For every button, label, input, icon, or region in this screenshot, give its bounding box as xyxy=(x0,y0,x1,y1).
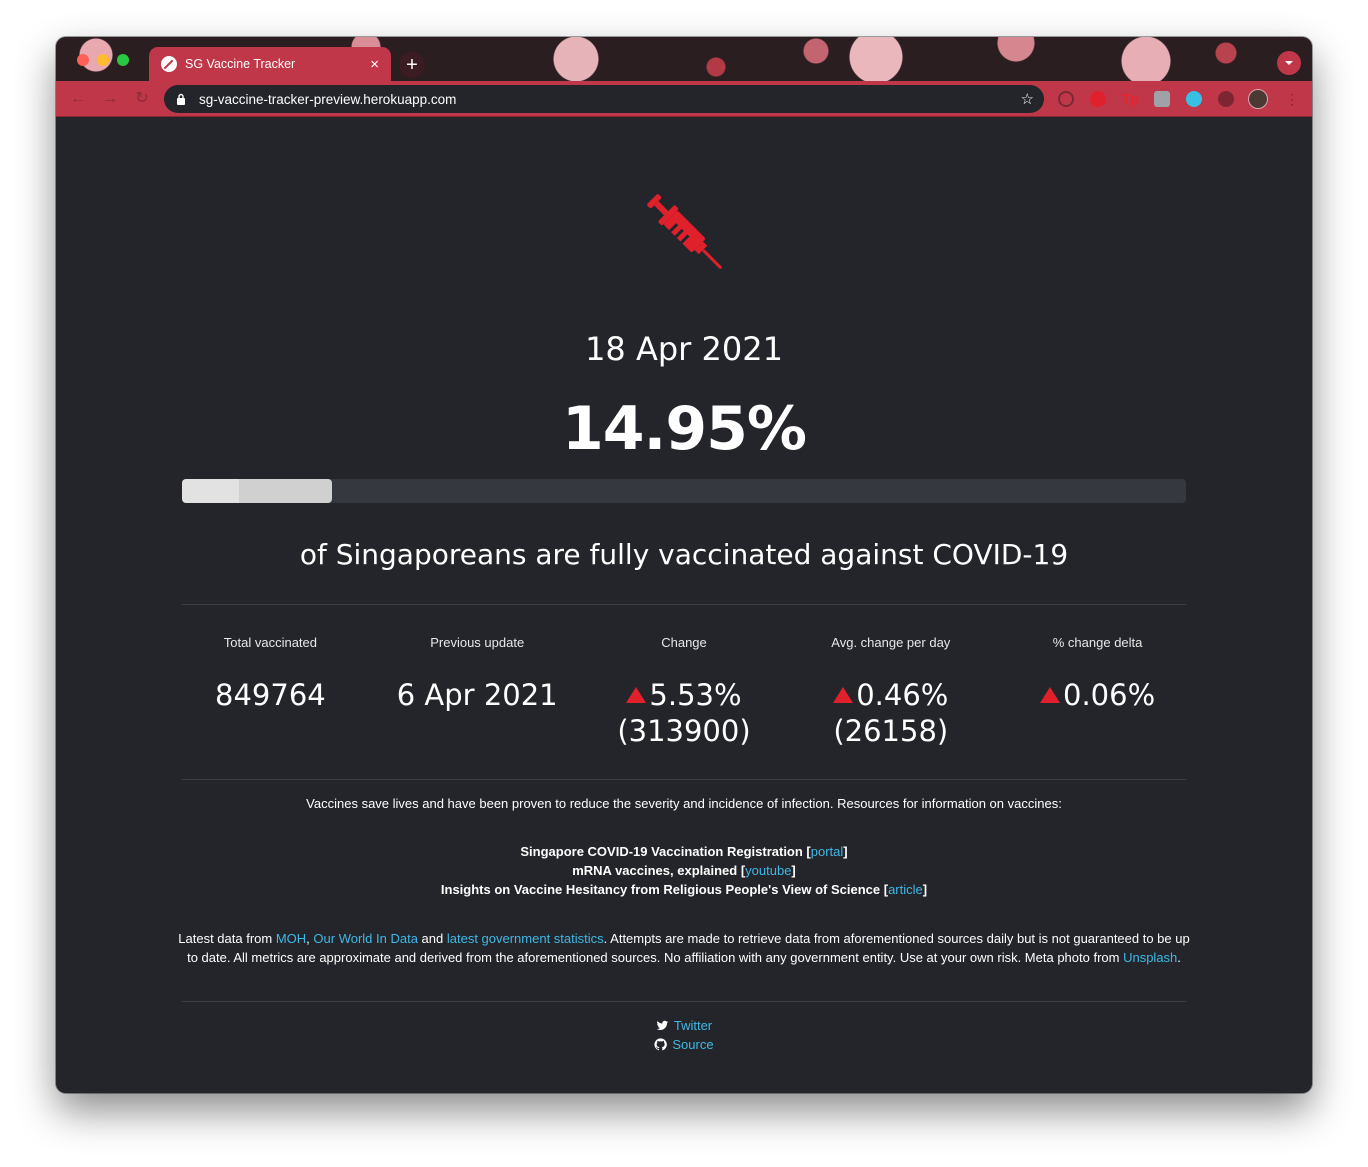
vaccine-info-intro: Vaccines save lives and have been proven… xyxy=(306,796,1062,811)
stat-label: Total vaccinated xyxy=(223,635,318,650)
vaccinated-percent: 14.95% xyxy=(562,394,807,464)
resource-item: Singapore COVID-19 Vaccination Registrat… xyxy=(520,844,848,859)
unsplash-link[interactable]: Unsplash xyxy=(1123,950,1177,965)
stat-avg-change-per-day: Avg. change per day 0.46% (26158) xyxy=(787,635,994,749)
twitter-icon xyxy=(656,1020,669,1031)
stat-change: Change 5.53% (313900) xyxy=(581,635,788,749)
divider xyxy=(182,779,1186,780)
footer: Twitter Source xyxy=(56,1016,1312,1054)
browser-toolbar: ← → ↻ sg-vaccine-tracker-preview.herokua… xyxy=(56,81,1312,117)
forward-button[interactable]: → xyxy=(100,89,120,109)
sources-text: . xyxy=(1177,950,1181,965)
twitter-link[interactable]: Twitter xyxy=(674,1016,712,1035)
stat-total-vaccinated: Total vaccinated 849764 xyxy=(167,635,374,749)
owid-link[interactable]: Our World In Data xyxy=(313,931,418,946)
syringe-favicon-icon xyxy=(161,56,177,72)
reload-button[interactable]: ↻ xyxy=(132,89,152,109)
extension-icon-1[interactable] xyxy=(1058,91,1074,107)
extensions-puzzle-icon[interactable] xyxy=(1218,91,1234,107)
profile-avatar[interactable] xyxy=(1248,89,1268,109)
tab-sg-vaccine-tracker[interactable]: SG Vaccine Tracker × xyxy=(149,47,391,81)
page-subtitle: of Singaporeans are fully vaccinated aga… xyxy=(299,538,1069,571)
youtube-link[interactable]: youtube xyxy=(745,863,791,878)
article-link[interactable]: article xyxy=(888,882,923,897)
stat-avg-count: (26158) xyxy=(833,714,949,748)
extension-tp-icon[interactable]: Tp xyxy=(1122,91,1140,107)
tab-strip: SG Vaccine Tracker × + xyxy=(56,37,1312,81)
profile-menu-icon[interactable] xyxy=(1277,51,1301,75)
twitter-footer-item: Twitter xyxy=(56,1016,1312,1035)
extension-icon-4[interactable] xyxy=(1154,91,1170,107)
url-text[interactable]: sg-vaccine-tracker-preview.herokuapp.com xyxy=(199,92,1021,107)
tab-close-icon[interactable]: × xyxy=(370,57,379,72)
resource-title: Singapore COVID-19 Vaccination Registrat… xyxy=(520,844,803,859)
divider xyxy=(182,604,1186,605)
stat-previous-update: Previous update 6 Apr 2021 xyxy=(374,635,581,749)
update-date: 18 Apr 2021 xyxy=(585,330,783,368)
close-window-button[interactable] xyxy=(77,54,89,66)
page-content: 18 Apr 2021 14.95% of Singaporeans are f… xyxy=(56,118,1312,1093)
moh-link[interactable]: MOH xyxy=(276,931,306,946)
stat-percent-change-delta: % change delta 0.06% xyxy=(994,635,1201,749)
stat-value: 6 Apr 2021 xyxy=(396,678,558,712)
portal-link[interactable]: portal xyxy=(811,844,844,859)
stats-row: Total vaccinated 849764 Previous update … xyxy=(167,635,1201,749)
sources-text: and xyxy=(417,931,447,946)
github-icon xyxy=(654,1038,668,1051)
vaccination-progress-bar xyxy=(182,479,1186,503)
stat-label: Change xyxy=(661,635,707,650)
minimize-window-button[interactable] xyxy=(97,54,109,66)
new-tab-button[interactable]: + xyxy=(399,52,425,78)
arrow-up-icon xyxy=(626,687,647,703)
extension-icon-5[interactable] xyxy=(1186,91,1202,107)
stat-avg-percent: 0.46% xyxy=(856,678,949,712)
address-bar[interactable]: sg-vaccine-tracker-preview.herokuapp.com… xyxy=(164,85,1044,113)
resource-title: Insights on Vaccine Hesitancy from Relig… xyxy=(440,882,881,897)
syringe-icon xyxy=(647,194,722,269)
arrow-up-icon xyxy=(833,687,854,703)
star-icon[interactable]: ☆ xyxy=(1021,90,1034,108)
stat-label: Avg. change per day xyxy=(831,635,951,650)
resource-title: mRNA vaccines, explained xyxy=(572,863,738,878)
source-footer-item: Source xyxy=(56,1035,1312,1054)
stat-label: % change delta xyxy=(1052,635,1143,650)
stat-label: Previous update xyxy=(430,635,525,650)
browser-menu-icon[interactable]: ⋮ xyxy=(1284,91,1300,107)
resource-list: Singapore COVID-19 Vaccination Registrat… xyxy=(176,842,1192,899)
stat-delta-percent: 0.06% xyxy=(1063,678,1156,712)
browser-window: SG Vaccine Tracker × + ← → ↻ sg-vaccine-… xyxy=(56,37,1312,1093)
resource-item: Insights on Vaccine Hesitancy from Relig… xyxy=(440,882,928,897)
source-link[interactable]: Source xyxy=(672,1035,713,1054)
maximize-window-button[interactable] xyxy=(117,54,129,66)
gov-stats-link[interactable]: latest government statistics xyxy=(447,931,604,946)
stat-value: 5.53% (313900) xyxy=(581,677,788,749)
stat-value: 0.06% xyxy=(994,677,1201,713)
stat-change-percent: 5.53% xyxy=(649,678,742,712)
progress-fill xyxy=(182,479,333,503)
sources-text: Latest data from xyxy=(178,931,276,946)
arrow-up-icon xyxy=(1040,687,1061,703)
data-sources-disclaimer: Latest data from MOH, Our World In Data … xyxy=(176,929,1192,967)
divider xyxy=(182,1001,1186,1002)
stat-value: 0.46% (26158) xyxy=(787,677,994,749)
stat-value: 849764 xyxy=(215,678,326,712)
extension-hand-icon[interactable] xyxy=(1090,91,1106,107)
tab-title: SG Vaccine Tracker xyxy=(185,57,296,71)
stat-change-count: (313900) xyxy=(617,714,751,748)
resource-item: mRNA vaccines, explained [youtube] xyxy=(572,863,796,878)
back-button[interactable]: ← xyxy=(68,89,88,109)
lock-icon xyxy=(177,93,185,105)
